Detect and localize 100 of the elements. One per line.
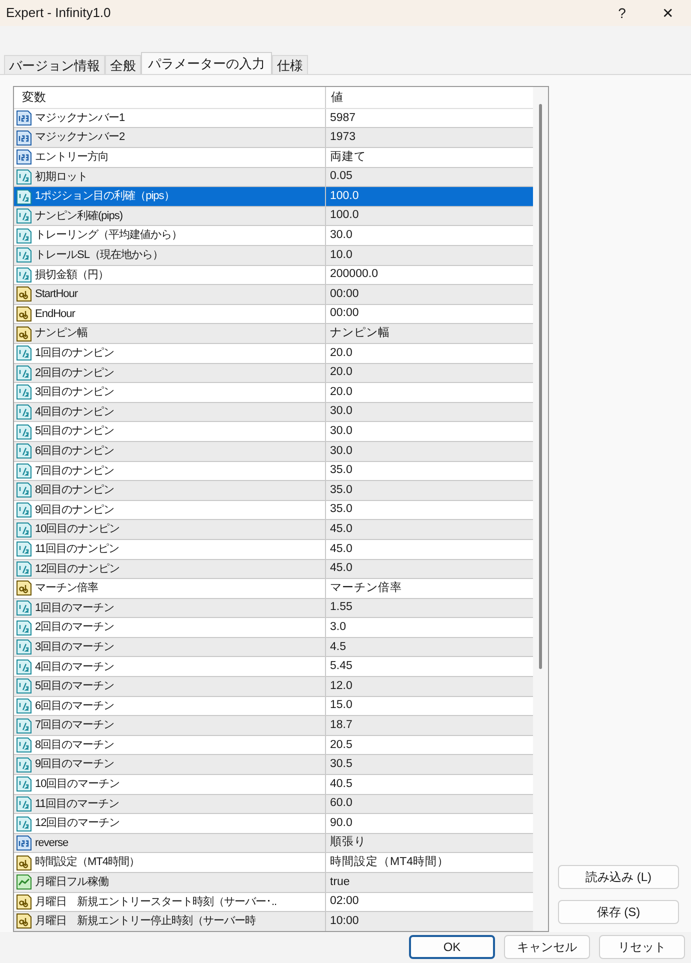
fraction-type-icon xyxy=(16,737,32,754)
parameter-name: トレーリング（平均建値から） xyxy=(35,228,182,244)
side-button[interactable]: 保存 (S) xyxy=(558,900,679,924)
dialog-button[interactable]: リセット xyxy=(599,935,685,960)
dialog-button[interactable]: キャンセル xyxy=(504,935,590,960)
parameter-row[interactable]: マーチン倍率 マーチン倍率 xyxy=(14,579,533,599)
parameter-row[interactable]: 月曜日 新規エントリー停止時刻（サーバー時 10:00 xyxy=(14,912,533,931)
parameter-row[interactable]: 10回目のマーチン 40.5 xyxy=(14,775,533,795)
close-button[interactable]: ✕ xyxy=(645,0,691,26)
tab[interactable]: パラメーターの入力 xyxy=(141,52,272,74)
parameter-row[interactable]: 5回目のマーチン 12.0 xyxy=(14,677,533,697)
parameter-name: 7回目のマーチン xyxy=(35,718,114,734)
parameter-value: 20.0 xyxy=(329,365,352,380)
parameter-row[interactable]: 8回目のマーチン 20.5 xyxy=(14,736,533,756)
tab[interactable]: 仕様 xyxy=(272,54,308,74)
fraction-type-icon xyxy=(16,168,32,185)
tab[interactable]: バージョン情報 xyxy=(4,54,105,74)
fraction-type-icon xyxy=(16,639,32,656)
parameter-name: 4回目のナンピン xyxy=(35,404,114,420)
parameter-row[interactable]: 月曜日 新規エントリースタート時刻（サーバー･.. 02:00 xyxy=(14,892,533,912)
parameter-name: トレールSL（現在地から） xyxy=(35,248,163,264)
scrollbar[interactable] xyxy=(533,86,548,931)
parameter-row[interactable]: 月曜日フル稼働 true xyxy=(14,873,533,893)
parameter-row[interactable]: EndHour 00:00 xyxy=(14,304,533,324)
parameter-value: 3.0 xyxy=(329,620,346,635)
fraction-type-icon xyxy=(16,364,32,381)
parameter-value: 90.0 xyxy=(329,816,352,831)
parameter-row[interactable]: 1回目のマーチン 1.55 xyxy=(14,598,533,618)
parameter-row[interactable]: 1ポジション目の利確（pips） 100.0 xyxy=(14,187,533,207)
fraction-type-icon xyxy=(16,698,32,714)
parameter-row[interactable]: エントリー方向 両建て xyxy=(14,148,533,168)
parameter-row[interactable]: 7回目のナンピン 35.0 xyxy=(14,462,533,482)
tab[interactable]: 全般 xyxy=(105,54,141,74)
parameter-value: ナンピン幅 xyxy=(329,326,390,342)
side-button[interactable]: 読み込み (L) xyxy=(558,864,679,889)
parameter-row[interactable]: 3回目のマーチン 4.5 xyxy=(14,638,533,658)
parameter-row[interactable]: 11回目のナンピン 45.0 xyxy=(14,540,533,560)
parameter-value: 35.0 xyxy=(329,502,352,518)
fraction-type-icon xyxy=(16,482,32,498)
number-type-icon xyxy=(16,149,32,166)
scroll-thumb[interactable] xyxy=(539,104,542,669)
parameter-row[interactable]: 3回目のナンピン 20.0 xyxy=(14,383,533,403)
parameter-value: 00:00 xyxy=(329,306,359,322)
fraction-type-icon xyxy=(16,443,32,460)
parameter-value: 00:00 xyxy=(329,286,359,302)
parameter-row[interactable]: 9回目のマーチン 30.5 xyxy=(14,755,533,776)
parameter-row[interactable]: 12回目のマーチン 90.0 xyxy=(14,814,533,834)
fraction-type-icon xyxy=(16,228,32,244)
parameter-name: 3回目のナンピン xyxy=(35,385,114,400)
dialog-button[interactable]: OK xyxy=(409,935,495,960)
parameter-row[interactable]: 時間設定（MT4時間） 時間設定（MT4時間） xyxy=(14,853,533,873)
parameter-row[interactable]: 1回目のナンピン 20.0 xyxy=(14,344,533,364)
parameter-row[interactable]: マジックナンバー1 5987 xyxy=(14,108,533,128)
parameter-value: 5.45 xyxy=(329,659,352,674)
parameter-row[interactable]: 7回目のマーチン 18.7 xyxy=(14,716,533,736)
parameter-row[interactable]: 損切金額（円） 200000.0 xyxy=(14,266,533,286)
parameter-row[interactable]: 初期ロット 0.05 xyxy=(14,168,533,188)
fraction-type-icon xyxy=(16,718,32,734)
parameter-row[interactable]: マジックナンバー2 1973 xyxy=(14,128,533,148)
parameter-row[interactable]: 12回目のナンピン 45.0 xyxy=(14,560,533,580)
parameter-value: 20.5 xyxy=(329,738,352,753)
fraction-type-icon xyxy=(16,560,32,577)
parameter-value: 10.0 xyxy=(329,248,352,263)
parameter-row[interactable]: 9回目のナンピン 35.0 xyxy=(14,500,533,520)
parameter-row[interactable]: ナンピン利確(pips) 100.0 xyxy=(14,206,533,226)
parameter-row[interactable]: トレーリング（平均建値から） 30.0 xyxy=(14,226,533,246)
parameter-value: 35.0 xyxy=(329,482,352,498)
parameter-row[interactable]: 6回目のナンピン 30.0 xyxy=(14,442,533,462)
parameter-row[interactable]: 11回目のマーチン 60.0 xyxy=(14,794,533,814)
parameter-value: 1.55 xyxy=(329,600,352,616)
help-button[interactable]: ? xyxy=(599,0,645,26)
parameter-value: 4.5 xyxy=(329,640,346,655)
window-title: Expert - Infinity1.0 xyxy=(6,4,112,22)
parameter-row[interactable]: 2回目のマーチン 3.0 xyxy=(14,618,533,638)
parameter-name: 2回目のナンピン xyxy=(35,366,114,381)
parameter-name: 12回目のマーチン xyxy=(35,816,120,832)
parameter-name: ナンピン利確(pips) xyxy=(35,208,123,224)
parameter-row[interactable]: 4回目のナンピン 30.0 xyxy=(14,402,533,422)
parameter-value: 40.5 xyxy=(329,776,352,792)
parameter-name: 12回目のナンピン xyxy=(35,562,120,577)
parameter-value: 18.7 xyxy=(329,718,352,733)
chart-type-icon xyxy=(16,874,32,890)
parameter-row[interactable]: StartHour 00:00 xyxy=(14,285,533,305)
parameter-row[interactable]: 8回目のナンピン 35.0 xyxy=(14,481,533,501)
parameter-value: 20.0 xyxy=(329,384,352,400)
parameter-row[interactable]: ナンピン幅 ナンピン幅 xyxy=(14,324,533,344)
parameter-value: 60.0 xyxy=(329,796,352,812)
parameter-row[interactable]: トレールSL（現在地から） 10.0 xyxy=(14,246,533,266)
parameter-row[interactable]: 2回目のナンピン 20.0 xyxy=(14,364,533,384)
parameter-name: 1ポジション目の利確（pips） xyxy=(35,189,174,204)
parameter-row[interactable]: 10回目のナンピン 45.0 xyxy=(14,520,533,540)
fraction-type-icon xyxy=(16,600,32,616)
parameter-value: 順張り xyxy=(329,834,366,850)
parameter-row[interactable]: 6回目のマーチン 15.0 xyxy=(14,696,533,716)
parameter-row[interactable]: reverse 順張り xyxy=(14,834,533,854)
parameter-value: 200000.0 xyxy=(329,267,378,282)
parameter-row[interactable]: 5回目のナンピン 30.0 xyxy=(14,422,533,442)
parameter-value: 30.5 xyxy=(329,757,352,772)
parameter-row[interactable]: 4回目のマーチン 5.45 xyxy=(14,657,533,678)
text-type-icon xyxy=(16,286,32,302)
